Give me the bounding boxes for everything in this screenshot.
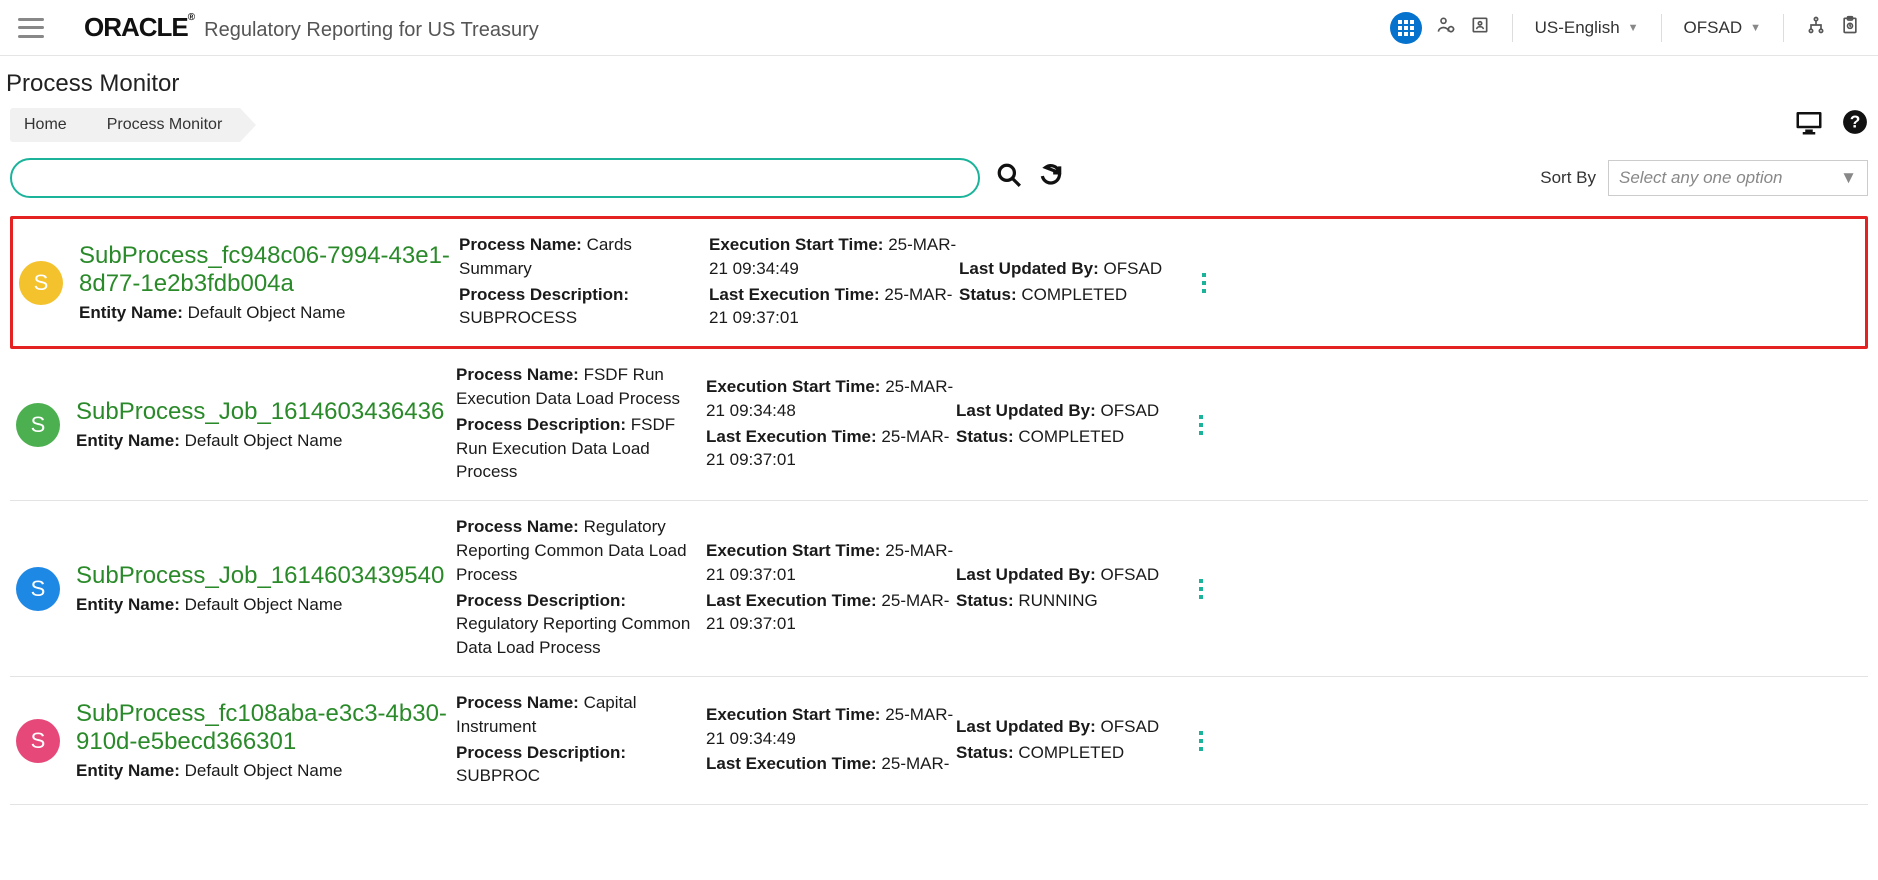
topbar-actions: US-English▼ OFSAD▼ (1390, 12, 1860, 44)
sitemap-icon[interactable] (1806, 15, 1826, 41)
process-info: Process Name: Regulatory Reporting Commo… (456, 515, 706, 662)
entity-name: Entity Name: Default Object Name (76, 431, 456, 451)
language-dropdown[interactable]: US-English▼ (1535, 18, 1639, 38)
process-link[interactable]: SubProcess_Job_1614603436436 (76, 398, 456, 426)
monitor-icon[interactable] (1794, 109, 1824, 142)
status-info: Last Updated By: OFSAD Status: RUNNING (956, 563, 1176, 615)
status-badge: S (19, 261, 63, 305)
process-row: S SubProcess_fc108aba-e3c3-4b30-910d-e5b… (10, 677, 1868, 805)
status-badge: S (16, 719, 60, 763)
execution-times: Execution Start Time: 25-MAR-21 09:37:01… (706, 539, 956, 638)
user-settings-icon[interactable] (1436, 15, 1456, 41)
entity-name: Entity Name: Default Object Name (76, 595, 456, 615)
process-row: S SubProcess_fc948c06-7994-43e1-8d77-1e2… (10, 216, 1868, 349)
status-badge: S (16, 403, 60, 447)
status-badge: S (16, 567, 60, 611)
refresh-icon[interactable] (1038, 162, 1064, 195)
process-link[interactable]: SubProcess_Job_1614603439540 (76, 562, 456, 590)
search-input[interactable] (10, 158, 980, 198)
search-icon[interactable] (996, 162, 1022, 195)
status-info: Last Updated By: OFSAD Status: COMPLETED (956, 715, 1176, 767)
breadcrumb-item[interactable]: Home (10, 108, 85, 142)
page-title: Process Monitor (0, 56, 1878, 104)
breadcrumb: HomeProcess Monitor (10, 108, 240, 142)
row-menu-icon[interactable] (1179, 273, 1229, 293)
status-info: Last Updated By: OFSAD Status: COMPLETED (956, 399, 1176, 451)
process-info: Process Name: FSDF Run Execution Data Lo… (456, 363, 706, 486)
process-info: Process Name: Cards Summary Process Desc… (459, 233, 709, 332)
oracle-logo: ORACLE® (84, 12, 194, 43)
brand: ORACLE® Regulatory Reporting for US Trea… (84, 12, 539, 43)
process-link[interactable]: SubProcess_fc108aba-e3c3-4b30-910d-e5bec… (76, 700, 456, 755)
row-menu-icon[interactable] (1176, 415, 1226, 435)
breadcrumb-item[interactable]: Process Monitor (85, 108, 241, 142)
execution-times: Execution Start Time: 25-MAR-21 09:34:48… (706, 375, 956, 474)
execution-times: Execution Start Time: 25-MAR-21 09:34:49… (709, 233, 959, 332)
row-menu-icon[interactable] (1176, 731, 1226, 751)
process-info: Process Name: Capital Instrument Process… (456, 691, 706, 790)
menu-icon[interactable] (18, 18, 44, 38)
sort-label: Sort By (1540, 168, 1596, 188)
process-row: S SubProcess_Job_1614603439540 Entity Na… (10, 501, 1868, 677)
row-menu-icon[interactable] (1176, 579, 1226, 599)
svg-text:?: ? (1850, 111, 1861, 131)
user-dropdown[interactable]: OFSAD▼ (1684, 18, 1761, 38)
card-icon[interactable] (1470, 15, 1490, 41)
status-info: Last Updated By: OFSAD Status: COMPLETED (959, 257, 1179, 309)
help-icon[interactable]: ? (1842, 109, 1868, 142)
process-row: S SubProcess_Job_1614603436436 Entity Na… (10, 349, 1868, 501)
sort-dropdown[interactable]: Select any one option ▼ (1608, 160, 1868, 196)
execution-times: Execution Start Time: 25-MAR-21 09:34:49… (706, 703, 956, 778)
entity-name: Entity Name: Default Object Name (76, 761, 456, 781)
search-row: Sort By Select any one option ▼ (0, 152, 1878, 216)
breadcrumb-row: HomeProcess Monitor ? (0, 104, 1878, 152)
process-link[interactable]: SubProcess_fc948c06-7994-43e1-8d77-1e2b3… (79, 242, 459, 297)
top-bar: ORACLE® Regulatory Reporting for US Trea… (0, 0, 1878, 56)
clipboard-icon[interactable] (1840, 15, 1860, 41)
process-list: S SubProcess_fc948c06-7994-43e1-8d77-1e2… (0, 216, 1878, 805)
product-name: Regulatory Reporting for US Treasury (204, 19, 539, 42)
apps-icon[interactable] (1390, 12, 1422, 44)
entity-name: Entity Name: Default Object Name (79, 303, 459, 323)
